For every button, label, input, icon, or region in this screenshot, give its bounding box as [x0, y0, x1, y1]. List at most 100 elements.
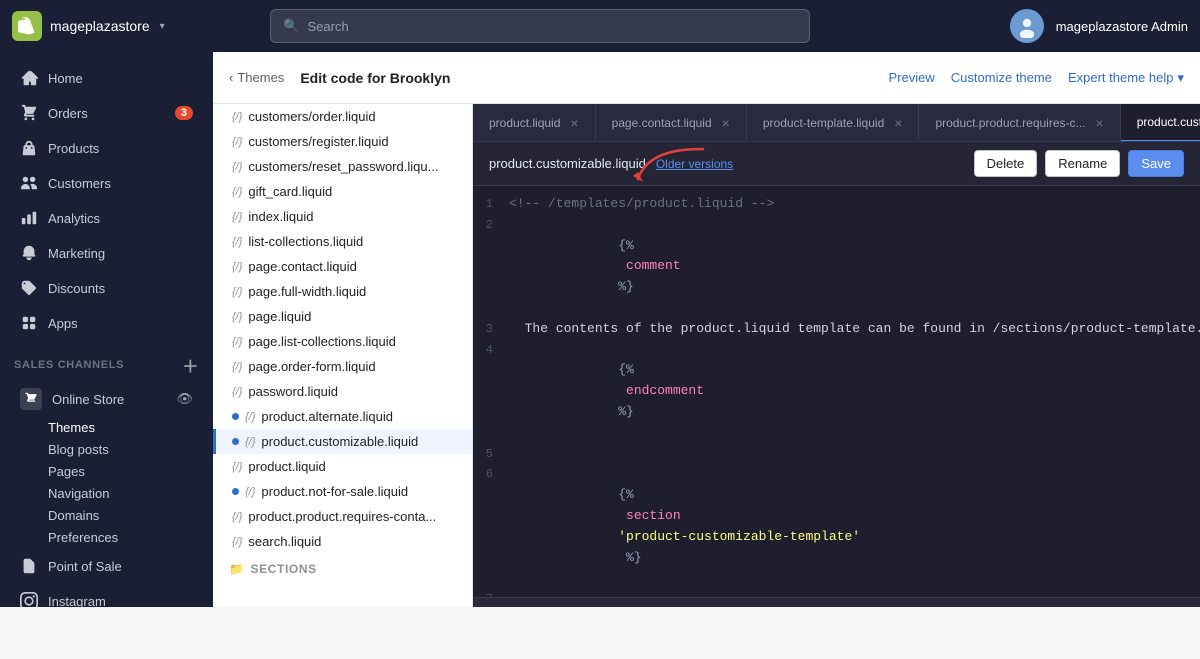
topnav-right: mageplazastore Admin — [1010, 9, 1188, 43]
file-tree-item[interactable]: {/} product.liquid — [213, 454, 472, 479]
sidebar-sub-preferences[interactable]: Preferences — [6, 527, 207, 548]
customize-theme-link[interactable]: Customize theme — [951, 70, 1052, 85]
file-tree-item[interactable]: {/} page.contact.liquid — [213, 254, 472, 279]
file-tree: {/} customers/order.liquid {/} customers… — [213, 104, 473, 607]
file-actions: Delete Rename Save — [974, 150, 1184, 177]
modified-dot — [232, 488, 239, 495]
store-dropdown-icon[interactable]: ▾ — [160, 21, 165, 32]
sidebar-sub-domains[interactable]: Domains — [6, 505, 207, 526]
file-tree-item[interactable]: {/} password.liquid — [213, 379, 472, 404]
horizontal-scrollbar[interactable] — [473, 597, 1200, 607]
sidebar-sub-themes[interactable]: Themes — [6, 417, 207, 438]
sidebar-item-orders[interactable]: Orders 3 — [6, 96, 207, 130]
sidebar: Home Orders 3 Products Customers A — [0, 52, 213, 607]
code-line-1: 1 <!-- /templates/product.liquid --> — [473, 194, 1200, 215]
store-logo[interactable]: mageplazastore ▾ — [12, 11, 165, 41]
liquid-icon: {/} — [232, 236, 242, 248]
apps-icon — [20, 314, 38, 332]
sidebar-item-products[interactable]: Products — [6, 131, 207, 165]
code-editor[interactable]: 1 <!-- /templates/product.liquid --> 2 {… — [473, 186, 1200, 597]
sidebar-item-marketing[interactable]: Marketing — [6, 236, 207, 270]
tab-close-icon[interactable]: × — [1096, 115, 1104, 131]
file-tree-item[interactable]: {/} customers/reset_password.liqu... — [213, 154, 472, 179]
liquid-icon: {/} — [232, 161, 242, 173]
search-icon: 🔍 — [283, 18, 299, 34]
liquid-icon: {/} — [232, 186, 242, 198]
sidebar-item-home[interactable]: Home — [6, 61, 207, 95]
file-tree-item[interactable]: {/} page.full-width.liquid — [213, 279, 472, 304]
file-tree-item[interactable]: {/} search.liquid — [213, 529, 472, 554]
sidebar-item-apps[interactable]: Apps — [6, 306, 207, 340]
sidebar-item-discounts[interactable]: Discounts — [6, 271, 207, 305]
file-tree-item[interactable]: {/} product.alternate.liquid — [213, 404, 472, 429]
customers-icon — [20, 174, 38, 192]
sidebar-item-instagram[interactable]: Instagram — [6, 584, 207, 607]
home-icon — [20, 69, 38, 87]
liquid-icon: {/} — [232, 386, 242, 398]
sidebar-orders-label: Orders — [48, 106, 88, 121]
file-tree-item[interactable]: {/} gift_card.liquid — [213, 179, 472, 204]
liquid-icon: {/} — [232, 286, 242, 298]
sidebar-discounts-label: Discounts — [48, 281, 105, 296]
sidebar-sub-pages[interactable]: Pages — [6, 461, 207, 482]
tab-product-requires[interactable]: product.product.requires-c... × — [919, 104, 1120, 142]
discounts-icon — [20, 279, 38, 297]
top-navigation: mageplazastore ▾ 🔍 mageplazastore Admin — [0, 0, 1200, 52]
code-line-5: 5 — [473, 444, 1200, 465]
search-input[interactable] — [308, 19, 798, 34]
tab-product-liquid[interactable]: product.liquid × — [473, 104, 596, 142]
current-filename: product.customizable.liquid — [489, 156, 646, 171]
sidebar-item-analytics[interactable]: Analytics — [6, 201, 207, 235]
eye-icon[interactable]: 👁 — [176, 391, 193, 407]
add-sales-channel-icon[interactable]: ＋ — [182, 353, 199, 377]
sidebar-item-customers[interactable]: Customers — [6, 166, 207, 200]
store-name-label: mageplazastore — [50, 18, 150, 34]
expert-help-link[interactable]: Expert theme help ▾ — [1068, 70, 1184, 86]
analytics-icon — [20, 209, 38, 227]
file-tree-item[interactable]: {/} customers/order.liquid — [213, 104, 472, 129]
avatar[interactable] — [1010, 9, 1044, 43]
file-tree-item[interactable]: {/} page.list-collections.liquid — [213, 329, 472, 354]
liquid-icon: {/} — [232, 336, 242, 348]
older-versions-link[interactable]: Older versions — [656, 157, 733, 171]
file-tree-item[interactable]: {/} product.not-for-sale.liquid — [213, 479, 472, 504]
tab-close-icon[interactable]: × — [570, 115, 578, 131]
rename-button[interactable]: Rename — [1045, 150, 1120, 177]
liquid-icon: {/} — [245, 486, 255, 498]
sidebar-item-online-store[interactable]: Online Store 👁 — [6, 382, 207, 416]
code-line-2: 2 {% comment %} — [473, 215, 1200, 319]
liquid-icon: {/} — [232, 511, 242, 523]
tab-product-template[interactable]: product-template.liquid × — [747, 104, 920, 142]
file-tree-item-selected[interactable]: {/} product.customizable.liquid — [213, 429, 472, 454]
sidebar-instagram-label: Instagram — [48, 594, 106, 608]
sidebar-products-label: Products — [48, 141, 99, 156]
file-tree-item[interactable]: {/} index.liquid — [213, 204, 472, 229]
liquid-icon: {/} — [232, 311, 242, 323]
tab-bar: product.liquid × page.contact.liquid × p… — [473, 104, 1200, 142]
tab-page-contact[interactable]: page.contact.liquid × — [596, 104, 747, 142]
sidebar-sub-navigation[interactable]: Navigation — [6, 483, 207, 504]
file-tree-item[interactable]: {/} page.order-form.liquid — [213, 354, 472, 379]
online-store-label: Online Store — [52, 392, 124, 407]
tab-close-icon[interactable]: × — [722, 115, 730, 131]
instagram-icon — [20, 592, 38, 607]
sections-folder[interactable]: 📁 Sections — [213, 554, 472, 580]
file-tree-item[interactable]: {/} product.product.requires-conta... — [213, 504, 472, 529]
save-button[interactable]: Save — [1128, 150, 1184, 177]
liquid-icon: {/} — [245, 411, 255, 423]
file-tree-item[interactable]: {/} list-collections.liquid — [213, 229, 472, 254]
code-line-7: 7 — [473, 589, 1200, 597]
breadcrumb-back[interactable]: ‹ Themes — [229, 70, 284, 85]
sales-channels-header: SALES CHANNELS ＋ — [0, 341, 213, 381]
sidebar-sub-blog-posts[interactable]: Blog posts — [6, 439, 207, 460]
file-tree-item[interactable]: {/} page.liquid — [213, 304, 472, 329]
search-bar[interactable]: 🔍 — [270, 9, 810, 43]
tab-close-icon[interactable]: × — [894, 115, 902, 131]
file-name-bar: product.customizable.liquid Older versio… — [473, 142, 1200, 186]
delete-button[interactable]: Delete — [974, 150, 1038, 177]
sidebar-item-point-of-sale[interactable]: Point of Sale — [6, 549, 207, 583]
tab-product-customizable[interactable]: product.customizable.liquid × — [1121, 104, 1200, 142]
expert-chevron-icon: ▾ — [1177, 70, 1184, 86]
file-tree-item[interactable]: {/} customers/register.liquid — [213, 129, 472, 154]
preview-link[interactable]: Preview — [889, 70, 935, 85]
